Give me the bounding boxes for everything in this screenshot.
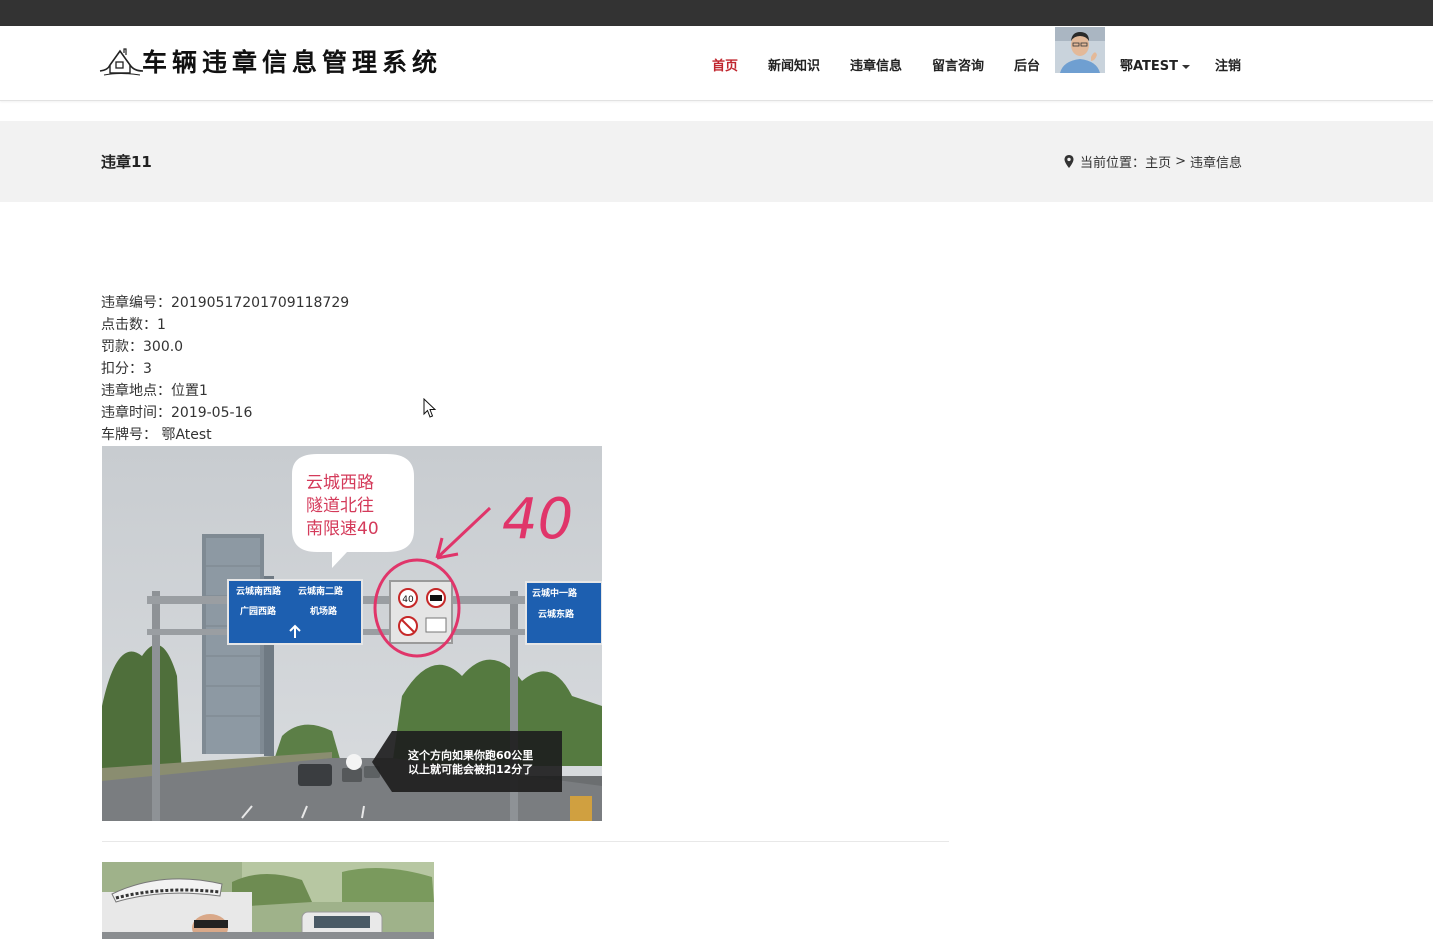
mouse-cursor-icon — [423, 398, 437, 418]
page-header: 违章11 当前位置： 主页 > 违章信息 — [0, 121, 1433, 202]
bubble-line-3: 南限速40 — [306, 519, 379, 539]
breadcrumb-prefix: 当前位置： — [1080, 156, 1146, 171]
breadcrumb: 当前位置： 主页 > 违章信息 — [1064, 152, 1242, 171]
detail-value: 300.0 — [143, 339, 184, 355]
sign-left-text-4: 机场路 — [310, 605, 338, 617]
detail-row-plate: 车牌号： 鄂Atest — [101, 424, 349, 446]
second-photo — [102, 862, 434, 939]
map-pin-icon — [1064, 155, 1074, 168]
detail-value: 20190517201709118729 — [171, 295, 350, 311]
detail-value: 位置1 — [171, 383, 208, 399]
detail-value: 鄂Atest — [157, 427, 212, 443]
user-menu-label: 鄂ATEST — [1120, 59, 1179, 74]
caption-line-1: 这个方向如果你跑60公里 — [408, 748, 533, 762]
page-title: 违章11 — [101, 153, 152, 171]
detail-row-number: 违章编号：20190517201709118729 — [101, 292, 349, 314]
detail-row-fine: 罚款：300.0 — [101, 336, 349, 358]
speed-limit-number: 40 — [402, 595, 414, 605]
detail-row-points: 扣分：3 — [101, 358, 349, 380]
caption-line-2: 以上就可能会被扣12分了 — [408, 762, 533, 776]
bubble-line-1: 云城西路 — [306, 473, 374, 493]
sign-right-text-2: 云城东路 — [538, 608, 575, 620]
detail-row-location: 违章地点：位置1 — [101, 380, 349, 402]
detail-row-time: 违章时间：2019-05-16 — [101, 402, 349, 424]
nav-item-messages[interactable]: 留言咨询 — [932, 55, 984, 74]
content-divider — [102, 841, 949, 842]
caret-down-icon — [1182, 64, 1191, 69]
violation-photo: 云城南西路 云城南二路 广园西路 机场路 云城中一路 云城东路 40 40 云城… — [102, 446, 602, 821]
main-nav: 首页 新闻知识 违章信息 留言咨询 后台 鄂ATEST 注销 — [0, 26, 1433, 101]
nav-item-news[interactable]: 新闻知识 — [768, 55, 820, 74]
detail-value: 2019-05-16 — [171, 405, 253, 421]
breadcrumb-separator: > — [1175, 154, 1186, 169]
handwritten-40: 40 — [502, 487, 573, 552]
detail-label: 点击数： — [101, 317, 157, 333]
browser-top-bar — [0, 0, 1433, 26]
detail-label: 扣分： — [101, 361, 143, 377]
detail-value: 3 — [143, 361, 152, 377]
nav-item-violations[interactable]: 违章信息 — [850, 55, 902, 74]
detail-label: 违章地点： — [101, 383, 171, 399]
user-avatar[interactable] — [1055, 27, 1105, 73]
nav-item-admin[interactable]: 后台 — [1014, 55, 1040, 74]
user-menu-dropdown[interactable]: 鄂ATEST — [1120, 55, 1191, 74]
nav-item-home[interactable]: 首页 — [712, 55, 738, 74]
sign-left-text-1: 云城南西路 — [236, 585, 282, 597]
breadcrumb-home[interactable]: 主页 — [1145, 152, 1171, 171]
detail-label: 违章时间： — [101, 405, 171, 421]
detail-label: 罚款： — [101, 339, 143, 355]
sign-left-text-2: 云城南二路 — [298, 585, 344, 597]
navbar: 车辆违章信息管理系统 首页 新闻知识 违章信息 留言咨询 后台 鄂ATEST 注… — [0, 26, 1433, 101]
detail-row-clicks: 点击数：1 — [101, 314, 349, 336]
detail-label: 违章编号： — [101, 295, 171, 311]
sign-right-text-1: 云城中一路 — [532, 587, 578, 599]
bubble-line-2: 隧道北往 — [306, 496, 374, 516]
violation-details: 违章编号：20190517201709118729 点击数：1 罚款：300.0… — [101, 292, 349, 446]
sign-left-text-3: 广园西路 — [240, 605, 277, 617]
breadcrumb-current[interactable]: 违章信息 — [1190, 152, 1242, 171]
detail-label: 车牌号： — [101, 427, 157, 443]
detail-value: 1 — [157, 317, 166, 333]
avatar-photo — [1055, 27, 1105, 73]
logout-link[interactable]: 注销 — [1215, 55, 1241, 74]
